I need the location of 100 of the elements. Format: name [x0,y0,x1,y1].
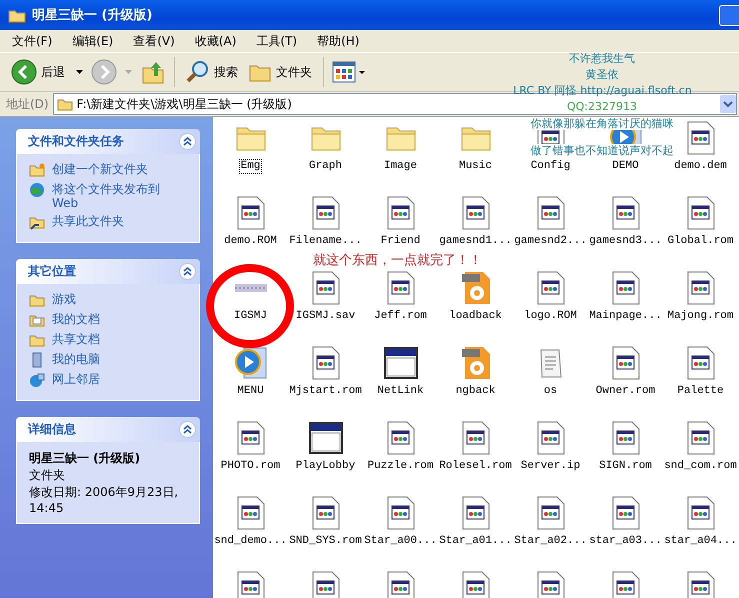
document-icon[interactable] [686,196,714,230]
task-link[interactable]: 共享此文件夹 [52,214,124,228]
panel-header[interactable]: 详细信息 [16,417,200,442]
file-name[interactable]: Friend [380,235,422,248]
document-icon[interactable] [686,571,714,598]
file-name[interactable]: loadback [448,310,503,323]
document-icon[interactable] [236,421,264,455]
task-link[interactable]: 我的文档 [52,312,100,326]
document-icon[interactable] [536,421,564,455]
image-file-icon[interactable] [460,271,490,305]
document-icon[interactable] [686,496,714,530]
file-name[interactable]: Rolesel.rom [438,460,513,473]
media-player-icon[interactable] [234,346,268,380]
file-name[interactable]: snd_com.rom [663,460,738,473]
file-name[interactable]: os [542,385,558,398]
file-name[interactable]: PlayLobby [294,460,356,473]
document-icon[interactable] [312,271,340,305]
file-name[interactable]: gamesnd3... [588,235,663,248]
file-name[interactable]: Owner.rom [594,385,656,398]
file-name[interactable]: Jeff.rom [373,310,428,323]
file-name[interactable]: Graph [308,160,343,173]
notepad-icon[interactable] [538,347,562,379]
file-name[interactable]: Global.rom [666,235,734,248]
caret-icon[interactable] [76,70,83,74]
file-name[interactable]: Mainpage... [588,310,663,323]
image-file-icon[interactable] [460,346,490,380]
pulldown-heading[interactable]: 工具(T) [256,32,298,50]
forward-icon[interactable] [91,59,117,85]
document-icon[interactable] [386,196,414,230]
views-icon[interactable] [332,60,366,84]
file-name[interactable]: IGSMJ.sav [294,310,356,323]
document-icon[interactable] [686,346,714,380]
file-name[interactable]: Majong.rom [666,310,734,323]
task-link[interactable]: 我的电脑 [52,352,100,366]
document-icon[interactable] [612,421,640,455]
document-icon[interactable] [612,271,640,305]
document-icon[interactable] [236,571,264,598]
document-icon[interactable] [612,196,640,230]
document-icon[interactable] [686,121,714,155]
file-name[interactable]: Star_a00... [363,535,438,548]
document-icon[interactable] [462,571,490,598]
file-name[interactable]: gamesnd1... [438,235,513,248]
file-name[interactable]: Palette [676,385,725,398]
file-name[interactable]: Filename... [288,235,363,248]
file-name[interactable]: SND_SYS.rom [288,535,363,548]
file-name[interactable]: NetLink [376,385,425,398]
document-icon[interactable] [386,571,414,598]
file-name[interactable]: Music [458,160,493,173]
window-icon[interactable] [384,347,418,379]
document-icon[interactable] [312,346,340,380]
document-icon[interactable] [612,496,640,530]
document-icon[interactable] [312,571,340,598]
document-icon[interactable] [462,196,490,230]
document-icon[interactable] [686,421,714,455]
file-name[interactable]: Server.ip [520,460,582,473]
file-name[interactable]: logo.ROM [523,310,578,323]
folders-button[interactable]: 文件夹 [245,59,315,85]
file-name[interactable]: Image [382,160,418,173]
document-icon[interactable] [312,496,340,530]
task-link[interactable]: 网上邻居 [52,372,100,386]
minimize-button[interactable] [719,4,739,26]
collapse-icon[interactable] [179,421,196,438]
document-icon[interactable] [312,196,340,230]
document-icon[interactable] [462,496,490,530]
dropdown-button[interactable] [720,95,736,113]
pulldown-heading[interactable]: 收藏(A) [194,32,236,50]
task-link[interactable]: 共享文档 [52,332,100,346]
file-name[interactable]: Star_a01... [438,535,513,548]
file-name[interactable]: MENU [236,385,265,398]
document-icon[interactable] [612,571,640,598]
file-name[interactable]: demo.dem [673,160,728,173]
file-name[interactable]: PHOTO.rom [220,460,282,473]
document-icon[interactable] [386,421,414,455]
document-icon[interactable] [612,346,640,380]
document-icon[interactable] [462,421,490,455]
file-name[interactable]: star_a04... [663,535,738,548]
collapse-icon[interactable] [179,133,196,150]
task-link[interactable]: 将这个文件夹发布到 Web [52,182,189,210]
file-name[interactable]: Puzzle.rom [366,460,434,473]
file-name[interactable]: SIGN.rom [598,460,653,473]
file-name[interactable]: Star_a02... [513,535,588,548]
file-name[interactable]: star_a03... [588,535,663,548]
panel-header[interactable]: 文件和文件夹任务 [16,129,200,154]
file-name[interactable]: Emg [240,160,262,173]
file-name[interactable]: Config [530,160,572,173]
document-icon[interactable] [386,496,414,530]
file-name[interactable]: IGSMJ [232,310,268,323]
document-icon[interactable] [536,571,564,598]
document-icon[interactable] [386,271,414,305]
search-button[interactable]: 搜索 [183,58,241,86]
pulldown-heading[interactable]: 文件(F) [12,32,52,50]
file-name[interactable]: Mjstart.rom [288,385,363,398]
document-icon[interactable] [536,196,564,230]
file-name[interactable]: ngback [454,385,496,398]
task-link[interactable]: 创建一个新文件夹 [52,162,148,176]
task-link[interactable]: 游戏 [52,292,76,306]
pulldown-heading[interactable]: 编辑(E) [72,32,114,50]
collapse-icon[interactable] [179,263,196,280]
file-name[interactable]: gamesnd2... [513,235,588,248]
document-icon[interactable] [536,271,564,305]
